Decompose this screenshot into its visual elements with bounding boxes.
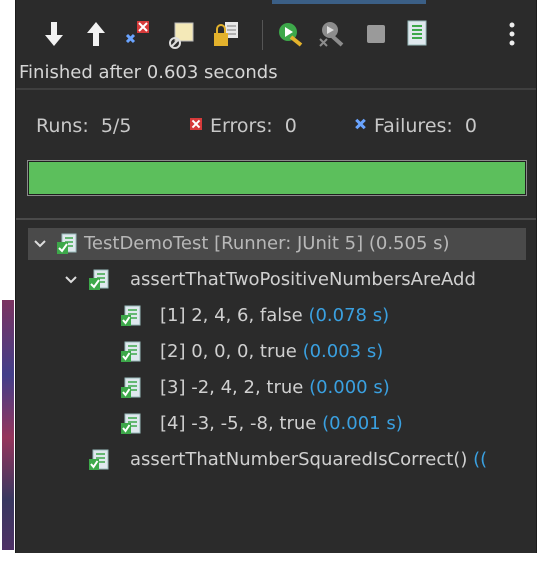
- toolbar: [16, 10, 536, 60]
- chevron-down-icon[interactable]: [33, 237, 47, 251]
- tree-group-row[interactable]: assertThatTwoPositiveNumbersAreAdd: [16, 264, 536, 296]
- failures-counter: Failures: 0: [354, 115, 477, 137]
- tree-case-label: [1] 2, 4, 6, false (0.078 s): [160, 305, 390, 326]
- tree-case-time: (0.001 s): [322, 413, 403, 434]
- test-passed-icon: [121, 341, 141, 362]
- tree-case-time: (0.003 s): [302, 341, 384, 362]
- show-skipped-only-icon[interactable]: [164, 16, 200, 52]
- tree-group-label: assertThatTwoPositiveNumbersAreAdd: [130, 269, 476, 290]
- pane-divider[interactable]: [16, 218, 536, 220]
- failures-label: Failures:: [374, 115, 453, 137]
- failure-icon: [354, 118, 366, 130]
- progress-fill: [29, 162, 525, 194]
- scroll-lock-icon[interactable]: [208, 16, 244, 52]
- test-suite-icon: [89, 269, 109, 290]
- runs-counter: Runs: 5/5: [36, 115, 131, 137]
- view-menu-icon[interactable]: [494, 16, 530, 52]
- tree-case-row[interactable]: [4] -3, -5, -8, true (0.001 s): [16, 408, 536, 440]
- rerun-failures-first-icon[interactable]: [314, 16, 350, 52]
- test-run-history-icon[interactable]: [400, 16, 436, 52]
- stop-icon[interactable]: [358, 16, 394, 52]
- test-passed-icon: [89, 449, 109, 470]
- tree-case-label: [4] -3, -5, -8, true (0.001 s): [160, 413, 403, 434]
- tree-case-label: [2] 0, 0, 0, true (0.003 s): [160, 341, 384, 362]
- next-failure-icon[interactable]: [36, 16, 72, 52]
- errors-counter: Errors: 0: [190, 115, 297, 137]
- tree-case-time: (0.078 s): [308, 305, 390, 326]
- tree-case-row[interactable]: [1] 2, 4, 6, false (0.078 s): [16, 300, 536, 332]
- test-passed-icon: [121, 305, 141, 326]
- chevron-down-icon[interactable]: [64, 273, 78, 287]
- show-failures-only-icon[interactable]: [120, 16, 156, 52]
- status-message: Finished after 0.603 seconds: [19, 62, 278, 83]
- tree-case-row[interactable]: [3] -2, 4, 2, true (0.000 s): [16, 372, 536, 404]
- tree-method-time: ((: [473, 449, 488, 470]
- tree-method-row[interactable]: assertThatNumberSquaredIsCorrect() ((: [16, 444, 536, 476]
- status-divider: [16, 88, 536, 90]
- toolbar-separator: [262, 20, 263, 50]
- progress-bar: [27, 160, 527, 196]
- test-passed-icon: [121, 377, 141, 398]
- tree-method-label: assertThatNumberSquaredIsCorrect() ((: [130, 449, 488, 470]
- errors-value: 0: [284, 115, 297, 137]
- tree-root-row[interactable]: TestDemoTest [Runner: JUnit 5] (0.505 s): [28, 228, 526, 260]
- tree-root-label: TestDemoTest [Runner: JUnit 5] (0.505 s): [84, 233, 450, 254]
- test-suite-icon: [57, 233, 77, 254]
- rerun-test-icon[interactable]: [272, 16, 308, 52]
- runs-value: 5/5: [100, 115, 132, 137]
- previous-failure-icon[interactable]: [78, 16, 114, 52]
- error-icon: [190, 118, 202, 130]
- junit-view: Finished after 0.603 seconds Runs: 5/5 E…: [15, 0, 537, 553]
- tree-case-label: [3] -2, 4, 2, true (0.000 s): [160, 377, 390, 398]
- tab-highlight: [272, 0, 426, 4]
- background-strip: [2, 300, 14, 550]
- window-edge: [0, 0, 15, 563]
- runs-label: Runs:: [36, 115, 89, 137]
- failures-value: 0: [464, 115, 477, 137]
- tree-case-row[interactable]: [2] 0, 0, 0, true (0.003 s): [16, 336, 536, 368]
- test-passed-icon: [121, 413, 141, 434]
- tree-case-time: (0.000 s): [309, 377, 390, 398]
- errors-label: Errors:: [210, 115, 273, 137]
